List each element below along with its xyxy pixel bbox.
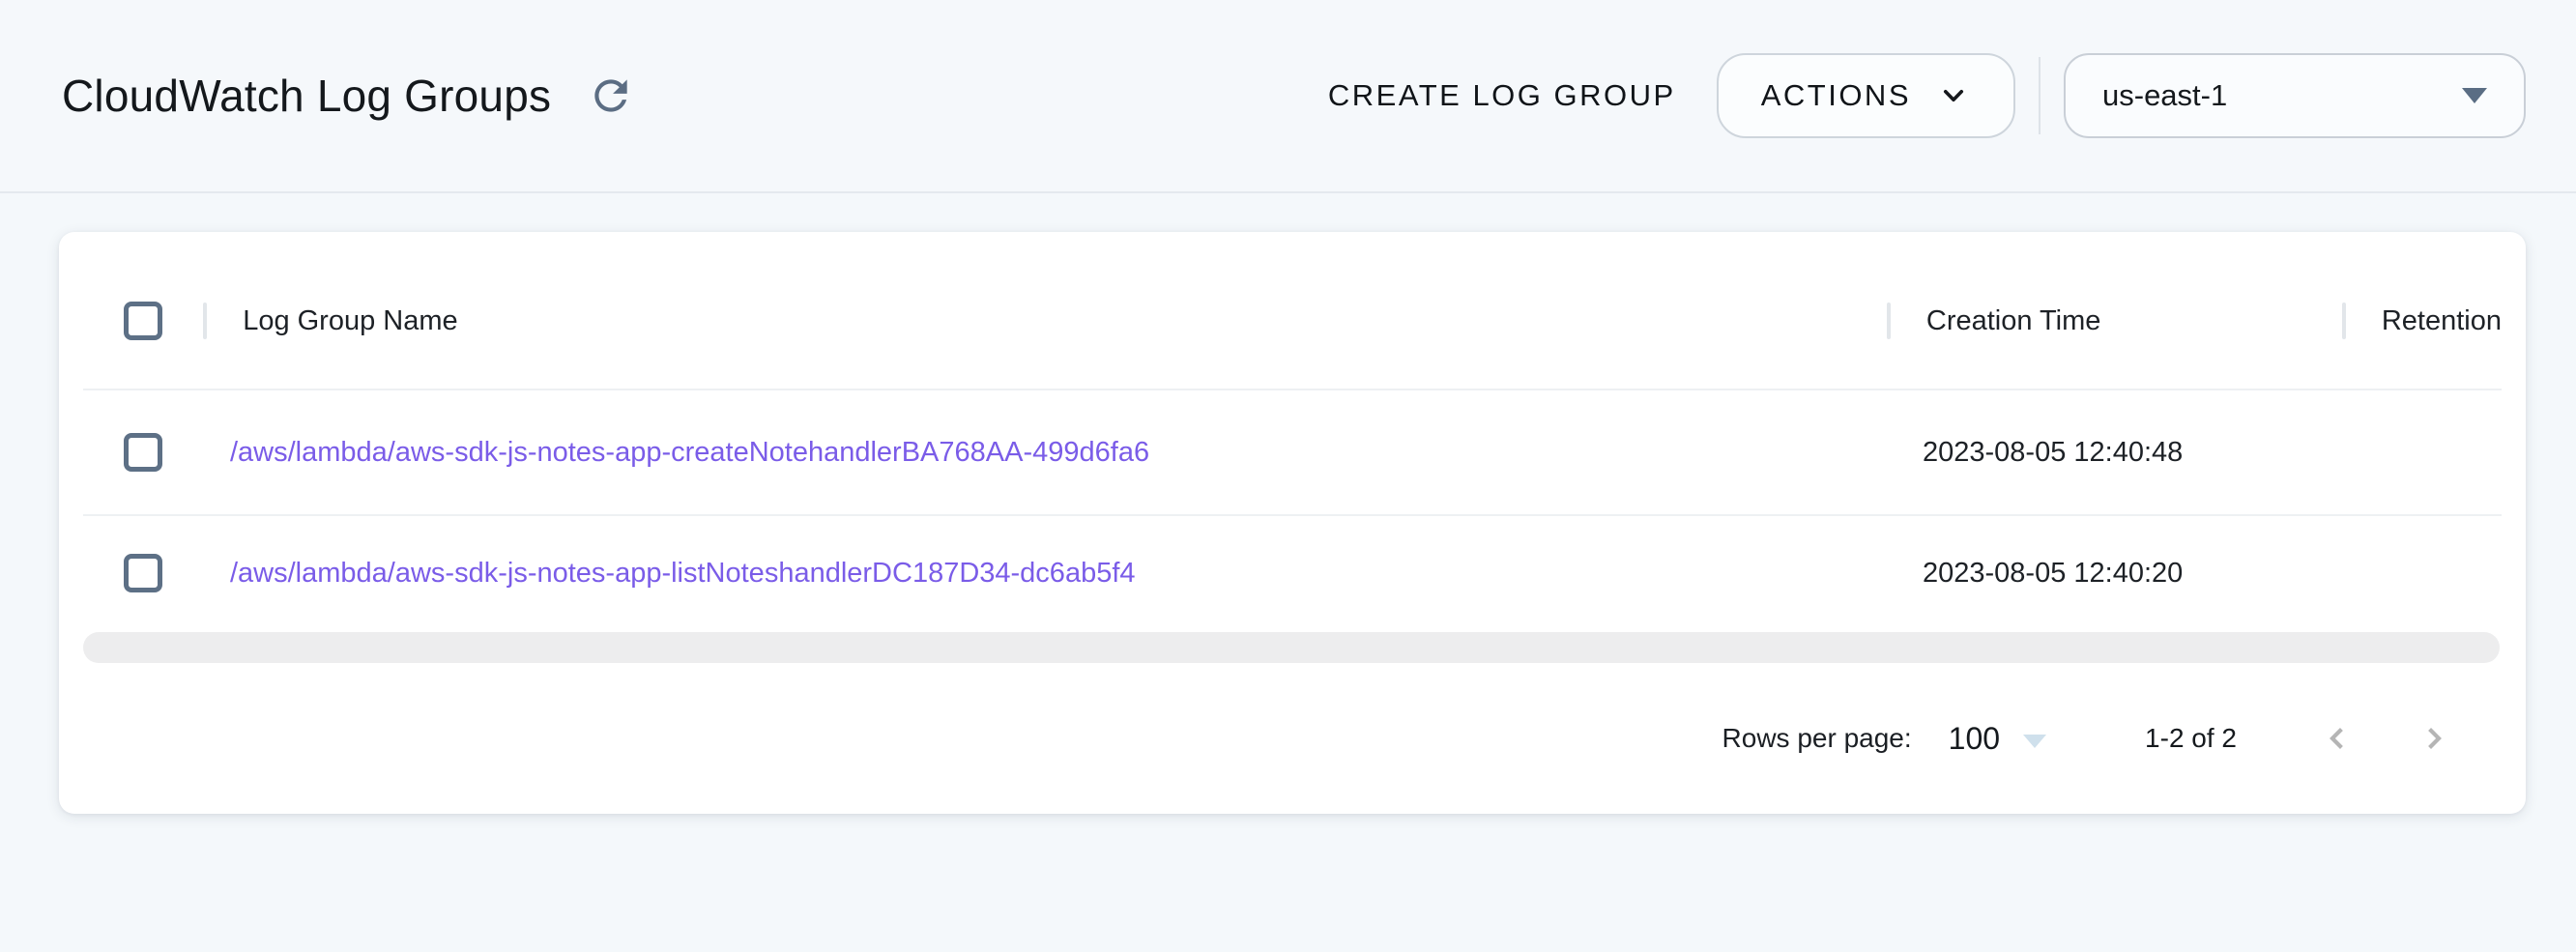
rows-per-page-label: Rows per page: <box>1722 723 1912 754</box>
row-creation-time-cell: 2023-08-05 12:40:20 <box>1898 558 2357 590</box>
row-name-cell: /aws/lambda/aws-sdk-js-notes-app-listNot… <box>204 558 1898 590</box>
row-name-cell: /aws/lambda/aws-sdk-js-notes-app-createN… <box>204 437 1898 469</box>
pagination-range-label: 1-2 of 2 <box>2145 723 2237 754</box>
creation-time-value: 2023-08-05 12:40:20 <box>1898 558 2183 590</box>
actions-button[interactable]: ACTIONS <box>1717 53 2015 138</box>
title-wrap: CloudWatch Log Groups <box>62 69 638 123</box>
header-creation-time-cell: Creation Time <box>1887 303 2342 339</box>
column-header-creation-time[interactable]: Creation Time <box>1926 305 2101 337</box>
column-separator <box>1887 303 1891 339</box>
topbar-actions: CREATE LOG GROUP ACTIONS us-east-1 <box>1307 53 2526 138</box>
table-header-row: Log Group Name Creation Time Retention <box>83 232 2502 390</box>
select-caret-icon <box>2023 735 2046 748</box>
column-header-retention[interactable]: Retention <box>2382 305 2502 337</box>
header-retention-cell: Retention <box>2342 303 2502 339</box>
horizontal-scrollbar-thumb[interactable] <box>83 632 2500 663</box>
log-group-link[interactable]: /aws/lambda/aws-sdk-js-notes-app-createN… <box>204 437 1149 469</box>
next-page-button[interactable] <box>2413 717 2455 760</box>
creation-time-value: 2023-08-05 12:40:48 <box>1898 437 2183 469</box>
topbar-divider <box>2039 57 2041 134</box>
column-header-log-group-name[interactable]: Log Group Name <box>243 305 457 337</box>
log-group-link[interactable]: /aws/lambda/aws-sdk-js-notes-app-listNot… <box>204 558 1136 590</box>
column-separator <box>2342 303 2346 339</box>
actions-button-label: ACTIONS <box>1761 78 1911 113</box>
row-checkbox[interactable] <box>124 554 162 592</box>
pagination-bar: Rows per page: 100 1-2 of 2 <box>83 663 2502 814</box>
chevron-left-icon <box>2319 720 2356 757</box>
chevron-right-icon <box>2416 720 2452 757</box>
log-groups-card: Log Group Name Creation Time Retention /… <box>59 232 2526 814</box>
row-checkbox-cell <box>83 433 204 472</box>
rows-per-page-select[interactable]: 100 <box>1949 721 2046 757</box>
row-checkbox-cell <box>83 554 204 592</box>
topbar: CloudWatch Log Groups CREATE LOG GROUP A… <box>0 0 2576 193</box>
row-creation-time-cell: 2023-08-05 12:40:48 <box>1898 437 2357 469</box>
region-select-value: us-east-1 <box>2102 78 2227 113</box>
region-select[interactable]: us-east-1 <box>2064 53 2526 138</box>
chevron-down-icon <box>1936 78 1971 113</box>
refresh-icon <box>587 72 635 120</box>
horizontal-scrollbar-track <box>83 632 2502 663</box>
rows-per-page-value: 100 <box>1949 721 2000 757</box>
select-caret-icon <box>2462 88 2487 103</box>
column-separator <box>203 303 207 339</box>
row-checkbox[interactable] <box>124 433 162 472</box>
create-log-group-button[interactable]: CREATE LOG GROUP <box>1307 78 1697 113</box>
page-title: CloudWatch Log Groups <box>62 70 551 122</box>
select-all-checkbox[interactable] <box>124 302 162 340</box>
table-row: /aws/lambda/aws-sdk-js-notes-app-createN… <box>83 390 2502 516</box>
table-row: /aws/lambda/aws-sdk-js-notes-app-listNot… <box>83 516 2502 630</box>
header-name-cell: Log Group Name <box>203 303 1887 339</box>
previous-page-button[interactable] <box>2316 717 2359 760</box>
header-checkbox-cell <box>83 302 203 340</box>
refresh-button[interactable] <box>584 69 638 123</box>
